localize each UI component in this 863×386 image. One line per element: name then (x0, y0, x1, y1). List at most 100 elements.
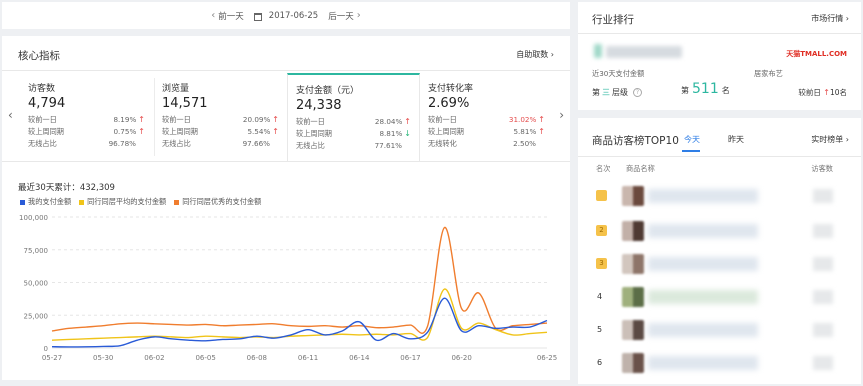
metric-title: 访客数 (28, 84, 56, 94)
realtime-ranking-link[interactable]: 实时榜单 › (811, 134, 849, 145)
rank-number: 4 (597, 292, 603, 301)
product-thumbnail (622, 353, 644, 373)
next-day-label: 后一天 (328, 11, 354, 22)
shop-name-blurred (606, 46, 682, 58)
prev-day-button[interactable]: ‹ 前一天 (211, 10, 244, 22)
metric-compare-value: 2.50% (513, 139, 536, 148)
realtime-ranking-label: 实时榜单 (811, 135, 844, 144)
metric-value: 2.69% (428, 96, 470, 111)
legend-item[interactable]: 我的支付金额 (20, 197, 71, 207)
rank-metric-label: 近30天支付金额 (592, 69, 645, 78)
tmall-logo: 天猫TMALL.COM (786, 50, 847, 58)
legend-item[interactable]: 同行同层优秀的支付金额 (174, 197, 261, 207)
metric-card-payment-amount[interactable]: 支付金额（元） 24,338 较前一日 28.04% ↑ 较上周同期 8.81% ↓ 无… (287, 73, 420, 161)
metric-compare-value: 5.54% (247, 127, 271, 136)
y-tick-label: 100,000 (19, 214, 48, 222)
product-name-blurred (648, 323, 758, 337)
metric-compare-label: 无线占比 (28, 139, 57, 148)
y-tick-label: 50,000 (24, 280, 49, 288)
chevron-left-icon[interactable]: ‹ (8, 108, 13, 122)
divider (2, 161, 570, 162)
y-tick-label: 0 (44, 345, 48, 353)
active-tab-indicator (682, 150, 700, 152)
legend-swatch (174, 199, 180, 205)
metric-compare-label: 无线转化 (428, 139, 457, 148)
market-trend-link[interactable]: 市场行情 › (811, 13, 849, 24)
tier-prefix: 第 (592, 88, 600, 97)
x-tick-label: 06-02 (144, 354, 164, 362)
metric-compare-label: 较前一日 (162, 115, 191, 124)
top10-title: 商品访客榜TOP10 (592, 135, 679, 147)
legend-label: 同行同层优秀的支付金额 (182, 197, 262, 206)
metric-compare-value: 96.78% (108, 139, 136, 148)
metric-compare-value: 77.61% (374, 141, 402, 150)
metric-card-conversion-rate[interactable]: 支付转化率 2.69% 较前一日 31.02% ↑ 较上周同期 5.81% ↑ 无线转化… (420, 73, 553, 161)
arrow-up-icon: ↑ (538, 127, 545, 136)
product-name-blurred (648, 356, 758, 370)
self-service-data-label: 自助取数 (516, 50, 549, 59)
self-service-data-link[interactable]: 自助取数 › (516, 49, 554, 60)
table-row[interactable]: 2 (578, 215, 861, 248)
rank-medal-icon: 3 (596, 258, 607, 269)
table-row[interactable]: 3 (578, 248, 861, 281)
table-row[interactable]: 5 (578, 314, 861, 347)
legend-swatch (79, 199, 85, 205)
industry-ranking-panel: 行业排行 市场行情 › 天猫TMALL.COM 近30天支付金额 居家布艺 第 … (578, 2, 861, 110)
x-tick-label: 06-14 (349, 354, 370, 362)
x-tick-label: 06-11 (298, 354, 318, 362)
arrow-up-icon: ↑ (272, 127, 279, 136)
table-row[interactable]: 6 (578, 347, 861, 380)
current-date: 2017-06-25 (268, 10, 319, 21)
visitor-count-blurred (813, 356, 833, 370)
metric-compare-value: 28.04% (374, 117, 403, 126)
date-picker[interactable]: 2017-06-25 (253, 10, 319, 21)
visitor-count-blurred (813, 290, 833, 304)
metric-compare-label: 较前一日 (28, 115, 57, 124)
arrow-up-icon: ↑ (138, 115, 145, 124)
table-row[interactable]: 4 (578, 281, 861, 314)
prev-day-label: 前一天 (218, 11, 244, 22)
chevron-left-icon: ‹ (211, 10, 216, 21)
chart-legend: 我的支付金额 同行同层平均的支付金额 同行同层优秀的支付金额 (20, 197, 261, 207)
rank-change: 较前日 ↑10名 (798, 87, 847, 98)
metric-compare-label: 较上周同期 (428, 127, 464, 136)
arrow-up-icon: ↑ (272, 115, 279, 124)
help-icon[interactable]: ? (633, 88, 642, 97)
table-row[interactable] (578, 180, 861, 213)
series-line (51, 226, 548, 334)
tier-number: 三 (602, 88, 610, 97)
metric-card-pageviews[interactable]: 浏览量 14,571 较前一日 20.09% ↑ 较上周同期 5.54% ↑ 无线占比 9… (154, 73, 287, 161)
payment-trend-chart[interactable]: 0 25,000 50,000 75,000 100,000 05-27 05-30 06-0… (2, 211, 570, 376)
product-name-blurred (648, 257, 758, 271)
x-tick-label: 05-30 (93, 354, 113, 362)
legend-swatch (20, 199, 25, 205)
tier-level: 第 三 层级 ? (592, 87, 642, 98)
metric-value: 4,794 (28, 96, 66, 111)
x-tick-label: 06-17 (400, 354, 420, 362)
metric-compare-label: 较上周同期 (296, 129, 332, 138)
product-thumbnail (622, 221, 644, 241)
industry-ranking-title: 行业排行 (592, 14, 634, 26)
divider (2, 70, 570, 71)
legend-item[interactable]: 同行同层平均的支付金额 (79, 197, 166, 207)
tab-yesterday[interactable]: 昨天 (728, 134, 744, 145)
rank-number: 5 (597, 325, 603, 334)
product-thumbnail (622, 254, 644, 274)
x-tick-label: 05-27 (42, 354, 62, 362)
tab-today[interactable]: 今天 (684, 134, 700, 145)
metric-compare-label: 较前一日 (296, 117, 325, 126)
product-visitor-top10-panel: 商品访客榜TOP10 今天 昨天 实时榜单 › 名次 商品名称 访客数 2 3 … (578, 118, 861, 384)
visitor-count-blurred (813, 224, 833, 238)
arrow-up-icon: ↑ (404, 117, 411, 126)
product-name-blurred (648, 224, 758, 238)
arrow-up-icon: ↑ (138, 127, 145, 136)
next-day-button[interactable]: 后一天 › (328, 10, 361, 22)
visitor-count-blurred (813, 323, 833, 337)
chevron-right-icon[interactable]: › (559, 108, 564, 122)
metric-compare-label: 无线占比 (162, 139, 191, 148)
chevron-right-icon: › (845, 135, 849, 144)
rank-number: 6 (597, 358, 603, 367)
chevron-right-icon: › (845, 14, 849, 23)
metric-card-visitors[interactable]: 访客数 4,794 较前一日 8.19% ↑ 较上周同期 0.75% ↑ 无线占比 96.… (20, 73, 153, 161)
series-line (51, 297, 548, 348)
